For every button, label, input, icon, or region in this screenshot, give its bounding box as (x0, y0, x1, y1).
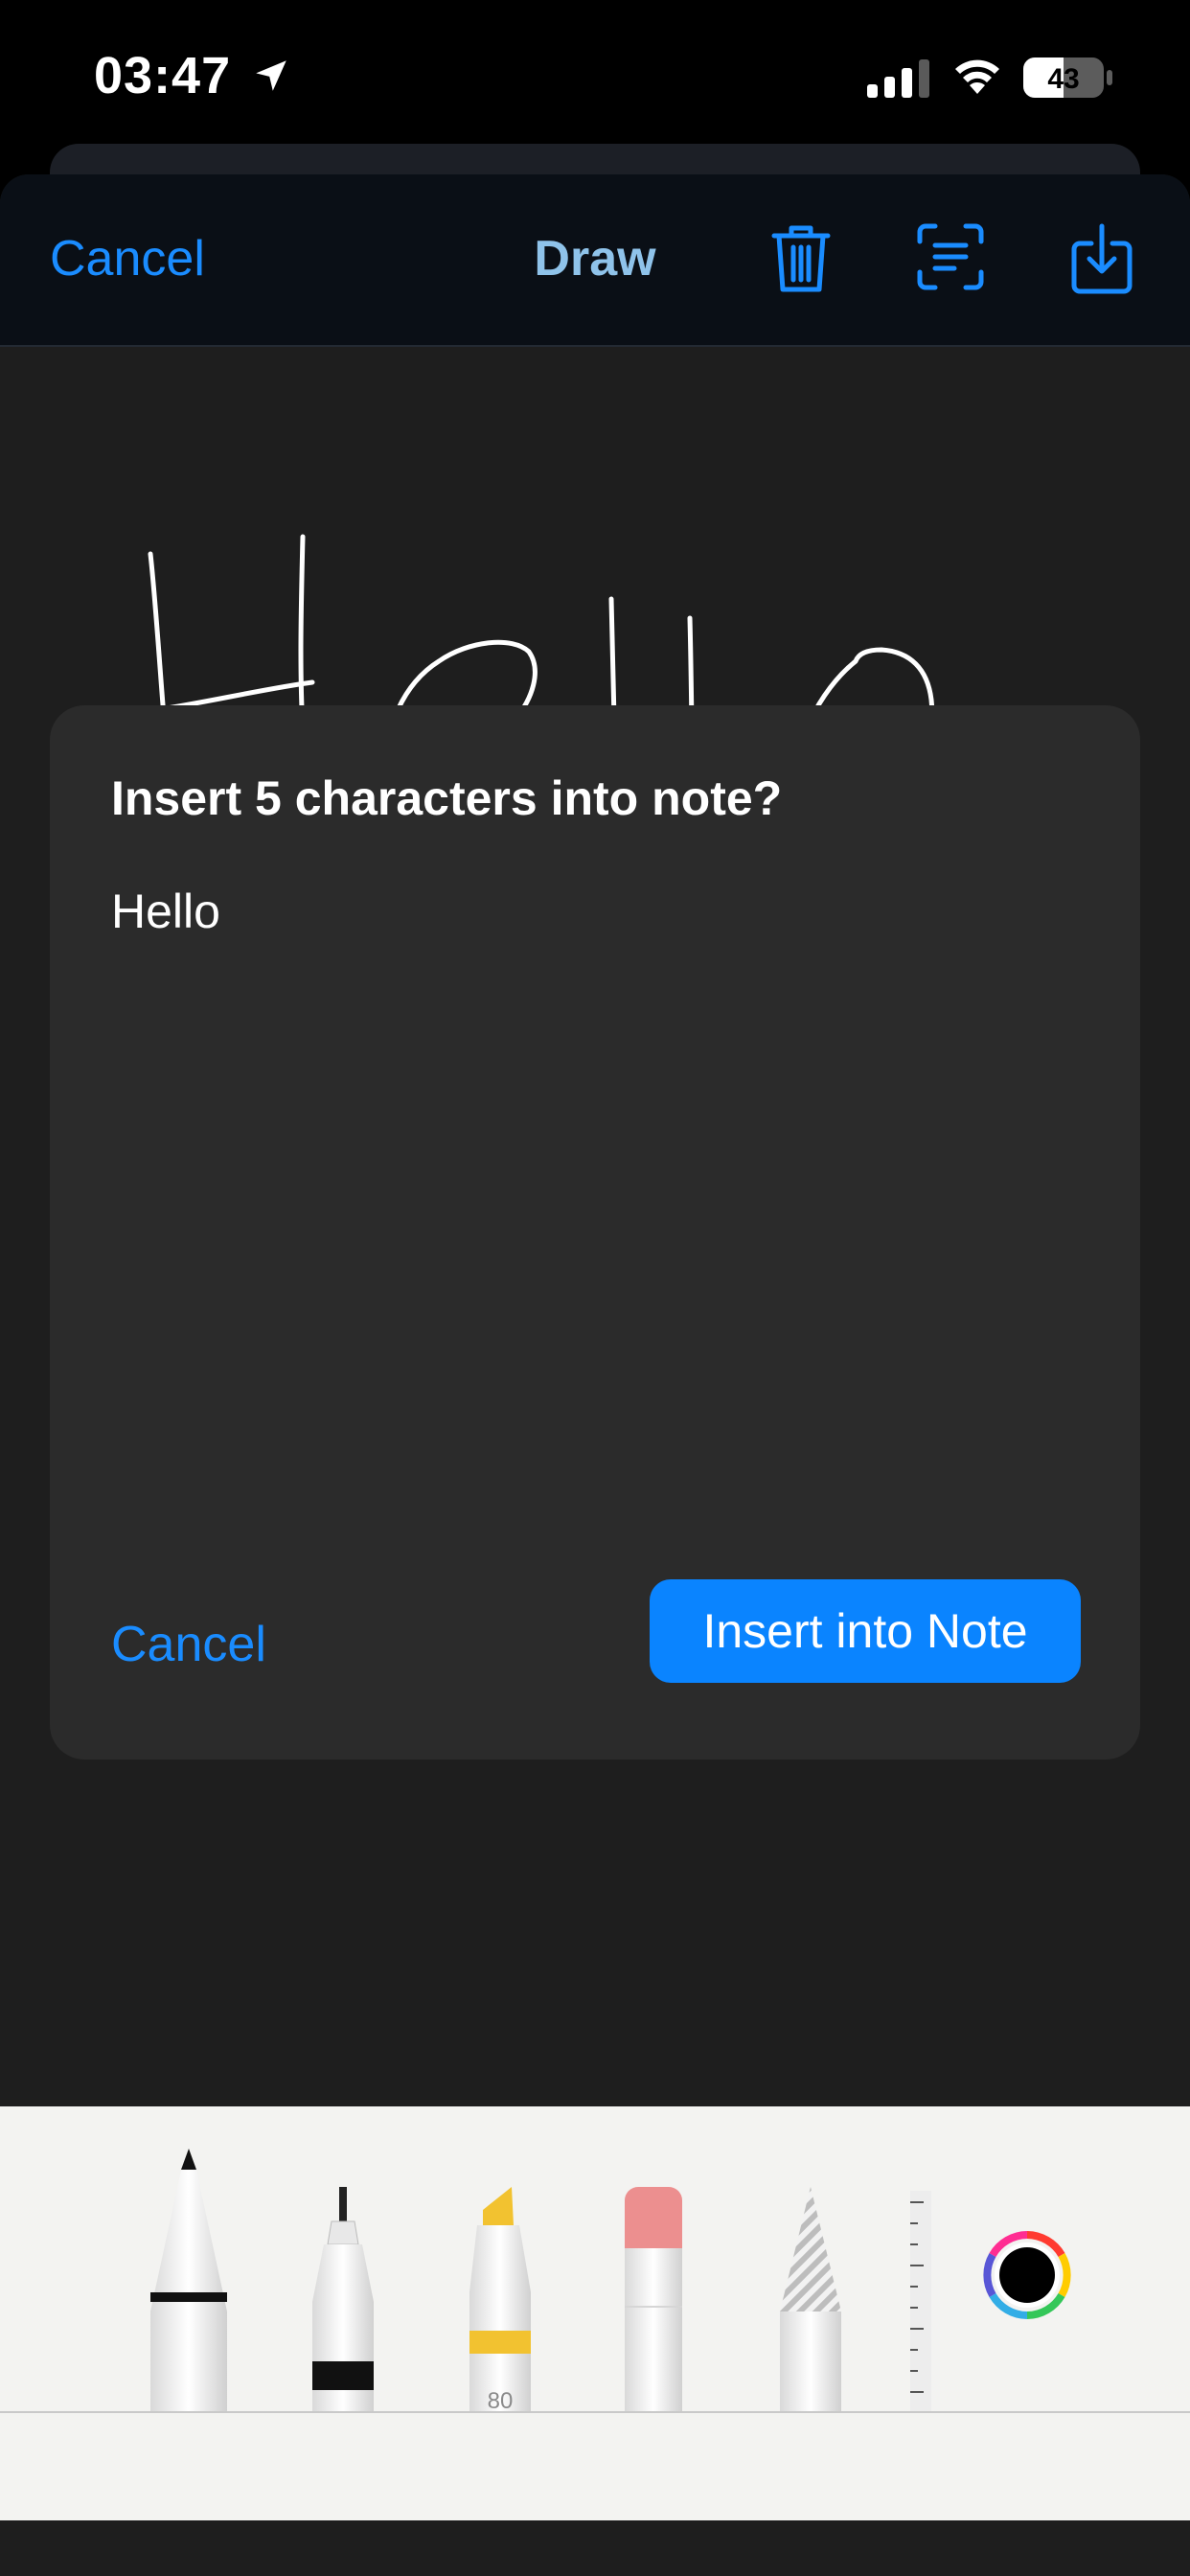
recognized-text-preview: Hello (111, 885, 220, 938)
tool-palette: 80 (0, 2106, 1190, 2520)
pencil-tool[interactable] (774, 2187, 847, 2413)
insert-into-note-button[interactable]: Insert into Note (650, 1579, 1081, 1683)
palette-divider (0, 2411, 1190, 2413)
bottom-bar (0, 2520, 1190, 2576)
insert-dialog: Insert 5 characters into note? Hello Can… (50, 705, 1140, 1760)
selected-color-swatch (999, 2247, 1055, 2303)
pen-tool[interactable] (146, 2149, 232, 2413)
marker-tool[interactable] (460, 2187, 540, 2413)
dialog-cancel-button[interactable]: Cancel (111, 1616, 266, 1673)
color-picker-icon[interactable] (983, 2231, 1071, 2319)
dialog-title: Insert 5 characters into note? (111, 771, 783, 825)
eraser-tool[interactable] (619, 2187, 688, 2413)
fineliner-tool[interactable] (305, 2187, 381, 2413)
ruler-tool[interactable] (910, 2191, 937, 2411)
